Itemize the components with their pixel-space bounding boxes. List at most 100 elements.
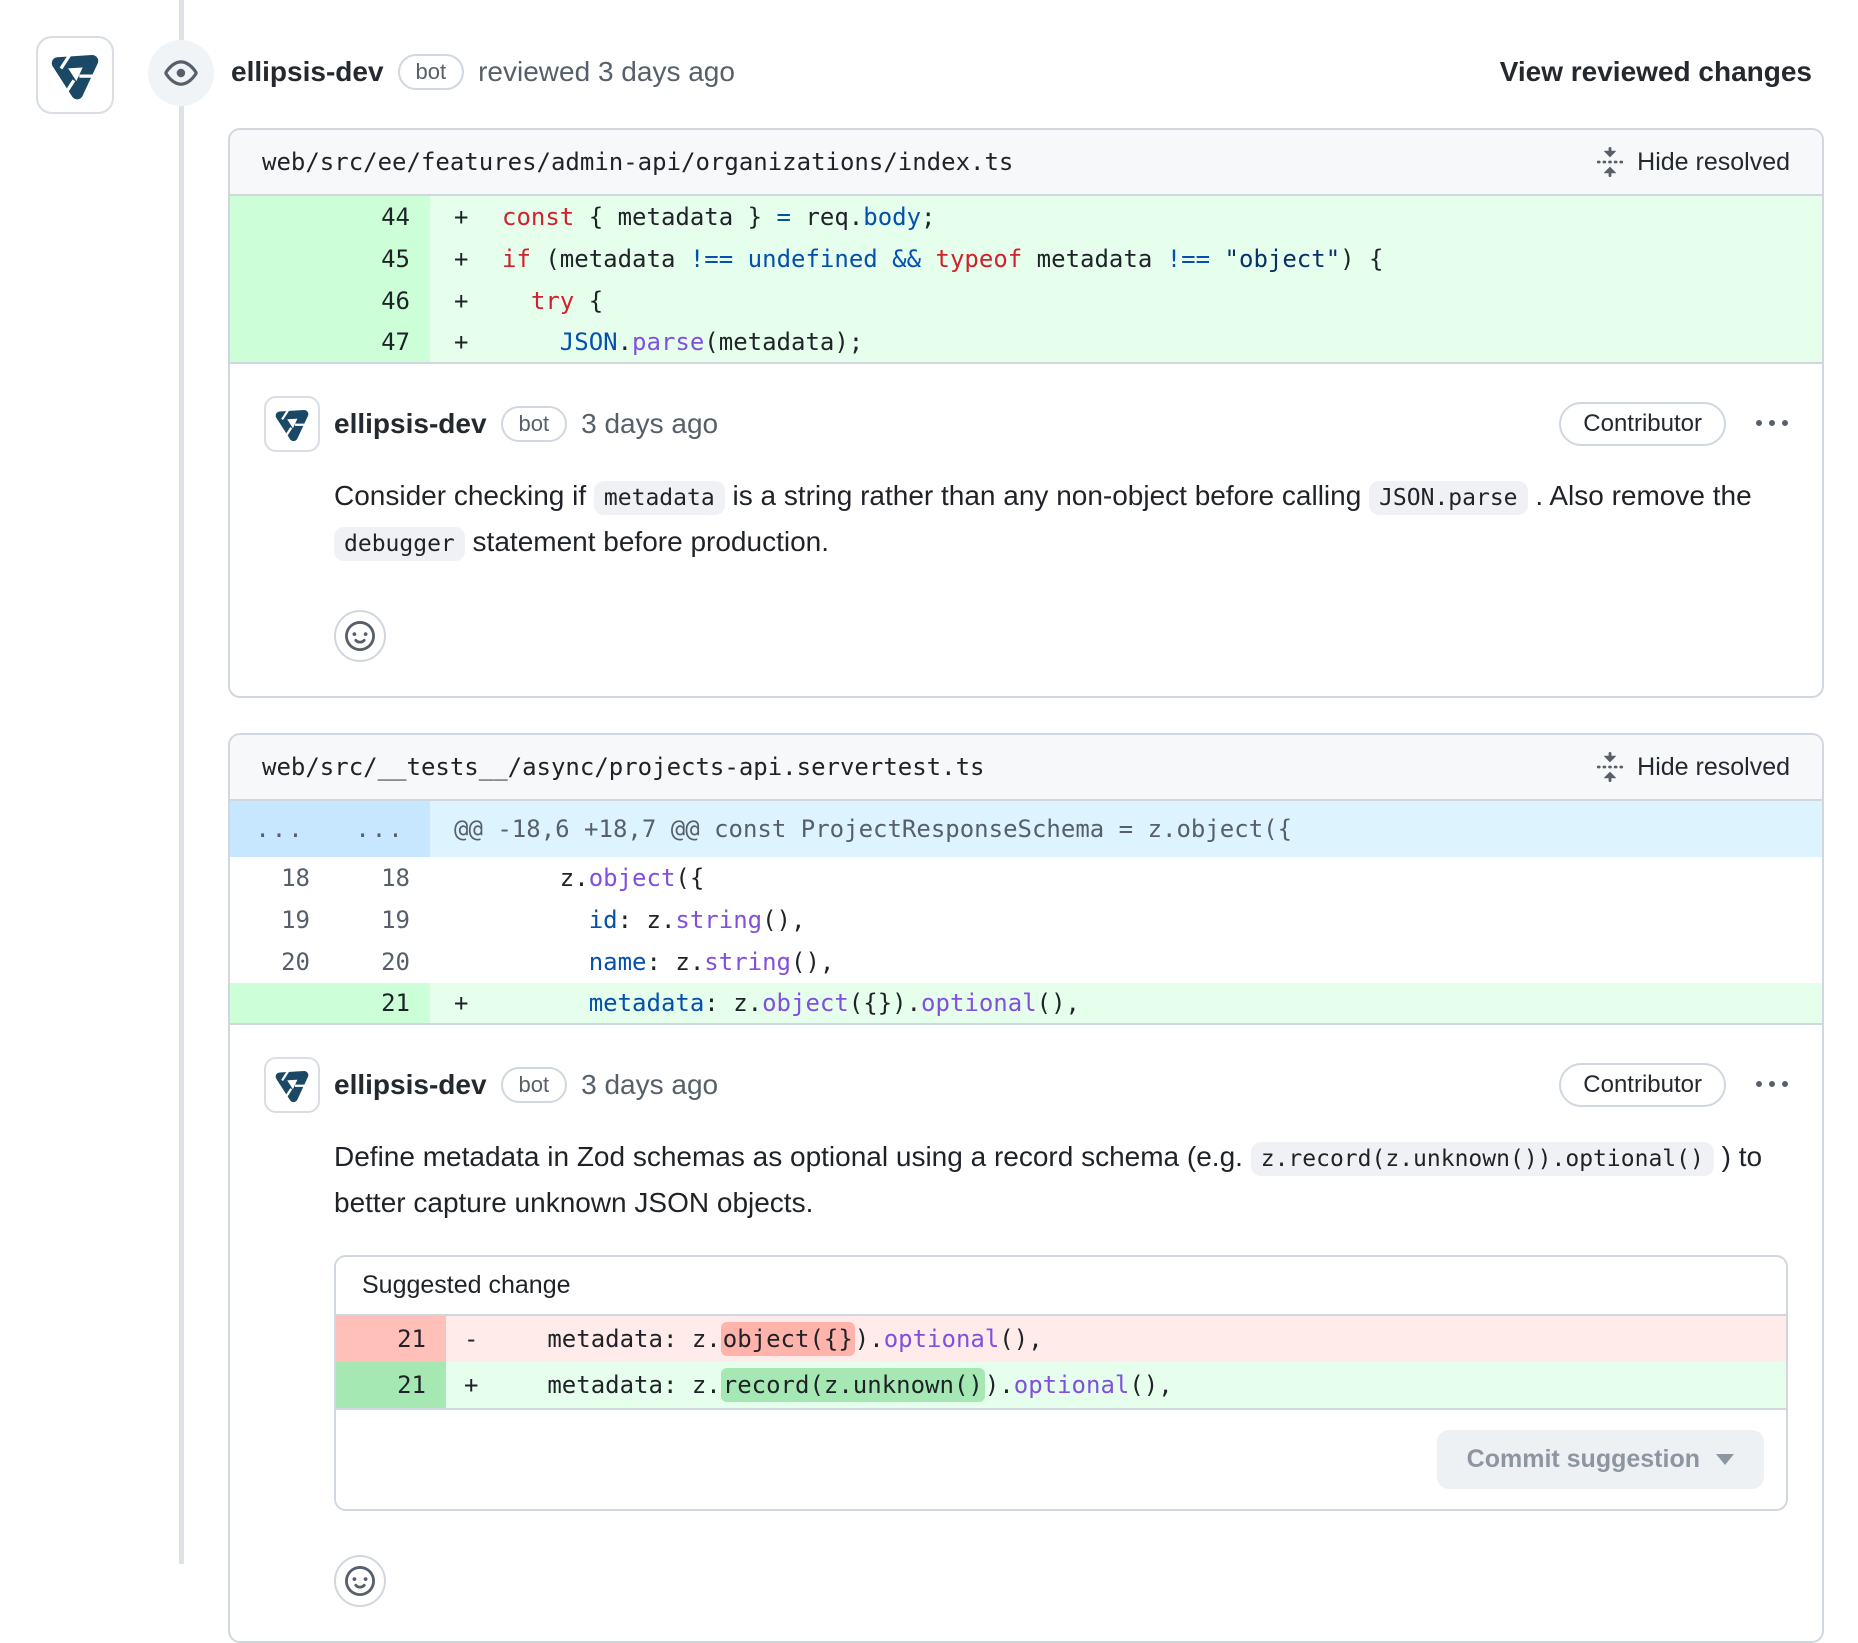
comment-timestamp[interactable]: 3 days ago (581, 408, 718, 440)
line-number: 46 (230, 280, 430, 322)
kebab-menu-button[interactable] (1756, 1069, 1788, 1101)
review-action-text: reviewed 3 days ago (478, 56, 735, 88)
code-line: metadata: z.record(z.unknown()).optional… (504, 1362, 1786, 1408)
comment-author-name[interactable]: ellipsis-dev (334, 408, 487, 440)
new-line-number: 19 (330, 899, 430, 941)
code-segment: ). (855, 1325, 884, 1353)
add-reaction-button[interactable] (334, 610, 386, 662)
code-segment: (), (1129, 1371, 1172, 1399)
reviewer-avatar[interactable] (36, 36, 114, 114)
suggestion-line-added: 21 + metadata: z.record(z.unknown()).opt… (336, 1362, 1786, 1408)
diff-marker: + (430, 983, 502, 1023)
view-reviewed-changes-link[interactable]: View reviewed changes (1500, 56, 1812, 88)
hunk-header-text: @@ -18,6 +18,7 @@ const ProjectResponseS… (430, 801, 1822, 857)
diff-marker: + (430, 196, 502, 238)
diff-line-context: 19 19 id: z.string(), (230, 899, 1822, 941)
diff-marker: + (430, 322, 502, 362)
code-segment (878, 245, 892, 273)
code-segment: . (618, 328, 632, 356)
file-header-2: web/src/__tests__/async/projects-api.ser… (230, 735, 1822, 801)
code-line: metadata: z.object({}).optional(), (504, 1316, 1786, 1362)
ellipsis-logo-icon (48, 48, 102, 102)
comment-author-avatar[interactable] (264, 396, 320, 452)
ellipsis-logo-icon (273, 405, 311, 443)
commit-suggestion-button[interactable]: Commit suggestion (1437, 1430, 1764, 1489)
old-line-number: 18 (230, 857, 330, 899)
diff-line-added: 45 + if (metadata !== undefined && typeo… (230, 238, 1822, 280)
code-segment: (), (762, 906, 805, 934)
new-line-number: 21 (330, 983, 430, 1023)
hide-resolved-button-1[interactable]: Hide resolved (1595, 147, 1790, 177)
code-segment: id (589, 906, 618, 934)
code-line: if (metadata !== undefined && typeof met… (502, 238, 1822, 280)
code-segment (502, 906, 589, 934)
code-segment: optional (884, 1325, 1000, 1353)
code-segment (502, 287, 531, 315)
code-segment: = (777, 203, 791, 231)
diff-marker: + (430, 238, 502, 280)
comment-body: Consider checking if metadata is a strin… (334, 474, 1788, 566)
hide-resolved-label: Hide resolved (1637, 753, 1790, 782)
code-segment: (metadata); (704, 328, 863, 356)
old-line-number (230, 983, 330, 1023)
code-segment: (), (999, 1325, 1042, 1353)
new-line-number: 18 (330, 857, 430, 899)
code-segment: record(z.unknown() (721, 1368, 985, 1402)
review-comment-2: ellipsis-dev bot 3 days ago Contributor … (230, 1025, 1822, 1641)
diff-marker: - (446, 1316, 504, 1362)
code-segment: ). (985, 1371, 1014, 1399)
code-segment: "object" (1225, 245, 1341, 273)
code-segment: !== (1167, 245, 1210, 273)
code-segment: metadata (589, 989, 705, 1017)
inline-code: z.record(z.unknown()).optional() (1251, 1142, 1714, 1176)
diff-marker: + (430, 280, 502, 322)
code-line: name: z.string(), (502, 941, 1822, 983)
review-event-badge (148, 40, 214, 106)
code-segment: (), (791, 948, 834, 976)
file-header-1: web/src/ee/features/admin-api/organizati… (230, 130, 1822, 196)
diff-line-added: 44 + const { metadata } = req.body; (230, 196, 1822, 238)
file-path-link[interactable]: web/src/ee/features/admin-api/organizati… (262, 148, 1013, 176)
eye-icon (164, 56, 198, 90)
reviewer-name[interactable]: ellipsis-dev (231, 56, 384, 88)
diff-line-context: 18 18 z.object({ (230, 857, 1822, 899)
code-segment: undefined (748, 245, 878, 273)
bot-badge: bot (501, 1067, 568, 1103)
code-segment: metadata: z. (504, 1371, 721, 1399)
code-segment: optional (1014, 1371, 1130, 1399)
code-segment (502, 948, 589, 976)
add-reaction-button[interactable] (334, 1555, 386, 1607)
comment-timestamp[interactable]: 3 days ago (581, 1069, 718, 1101)
inline-code: JSON.parse (1369, 481, 1527, 515)
code-segment: : z. (647, 948, 705, 976)
code-segment: object({} (721, 1322, 855, 1356)
comment-author-name[interactable]: ellipsis-dev (334, 1069, 487, 1101)
file-path-link[interactable]: web/src/__tests__/async/projects-api.ser… (262, 753, 984, 781)
review-thread-card-1: web/src/ee/features/admin-api/organizati… (228, 128, 1824, 698)
code-line: const { metadata } = req.body; (502, 196, 1822, 238)
code-segment: && (892, 245, 921, 273)
review-content: web/src/ee/features/admin-api/organizati… (228, 128, 1824, 1643)
code-segment: z. (502, 864, 589, 892)
suggestion-line-deleted: 21 - metadata: z.object({}).optional(), (336, 1316, 1786, 1362)
line-number: 45 (230, 238, 430, 280)
chevron-down-icon (1716, 1454, 1734, 1465)
comment-author-avatar[interactable] (264, 1057, 320, 1113)
hunk-dots-old: ... (230, 801, 330, 857)
suggested-change-block: Suggested change 21 - metadata: z.object… (334, 1255, 1788, 1511)
code-segment: Consider checking if (334, 480, 594, 511)
code-segment: ; (921, 203, 935, 231)
hide-resolved-button-2[interactable]: Hide resolved (1595, 752, 1790, 782)
code-segment (733, 245, 747, 273)
code-segment (502, 989, 589, 1017)
kebab-menu-button[interactable] (1756, 408, 1788, 440)
code-segment: body (863, 203, 921, 231)
code-segment: metadata: z. (504, 1325, 721, 1353)
hunk-dots-new: ... (330, 801, 430, 857)
code-line: JSON.parse(metadata); (502, 322, 1822, 362)
new-line-number: 20 (330, 941, 430, 983)
code-segment: string (675, 906, 762, 934)
code-segment: name (589, 948, 647, 976)
code-segment: is a string rather than any non-object b… (725, 480, 1369, 511)
contributor-badge: Contributor (1559, 402, 1726, 446)
